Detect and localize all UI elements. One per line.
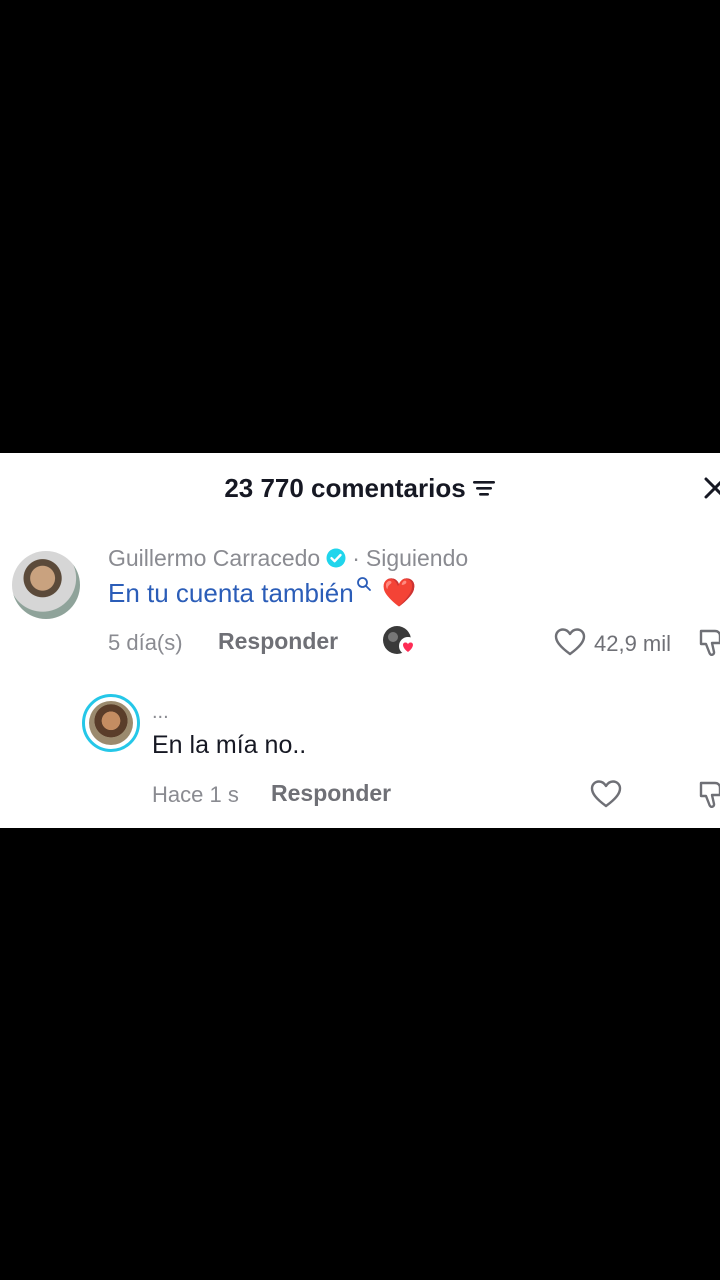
dislike-icon[interactable] (698, 627, 720, 659)
comments-panel: 23 770 comentarios Guillermo Carracedo ·… (0, 453, 720, 828)
reply-dislike-icon[interactable] (698, 779, 720, 811)
comment-username[interactable]: Guillermo Carracedo (108, 545, 320, 572)
heart-emoji: ❤️ (381, 577, 417, 608)
reply-like-icon[interactable] (590, 779, 622, 809)
reply-avatar-image (89, 701, 133, 745)
comment-count-title: 23 770 comentarios (224, 473, 466, 503)
close-icon[interactable] (700, 473, 720, 503)
verified-badge-icon (326, 548, 346, 568)
reply-time: Hace 1 s (152, 782, 239, 807)
following-label: Siguiendo (365, 544, 469, 571)
comment-header: Guillermo Carracedo · Siguiendo (108, 543, 468, 573)
comment-time: 5 día(s) (108, 630, 183, 655)
reply-text: En la mía no.. (152, 731, 307, 759)
reply-reply-button[interactable]: Responder (271, 780, 391, 807)
reply-username[interactable]: ... (152, 701, 169, 724)
reply-button[interactable]: Responder (218, 628, 338, 655)
like-icon[interactable] (554, 627, 586, 657)
creator-liked-icon (383, 626, 417, 655)
avatar[interactable] (12, 551, 80, 619)
comments-header: 23 770 comentarios (0, 471, 720, 505)
comment-link-text[interactable]: En tu cuenta también (108, 578, 354, 609)
comment-text: En tu cuenta también ❤️ (108, 576, 417, 609)
separator-dot: · (352, 544, 360, 571)
like-count: 42,9 mil (594, 631, 672, 656)
search-icon[interactable] (356, 576, 372, 592)
reply-avatar[interactable] (82, 694, 140, 752)
filter-icon[interactable] (472, 478, 496, 498)
